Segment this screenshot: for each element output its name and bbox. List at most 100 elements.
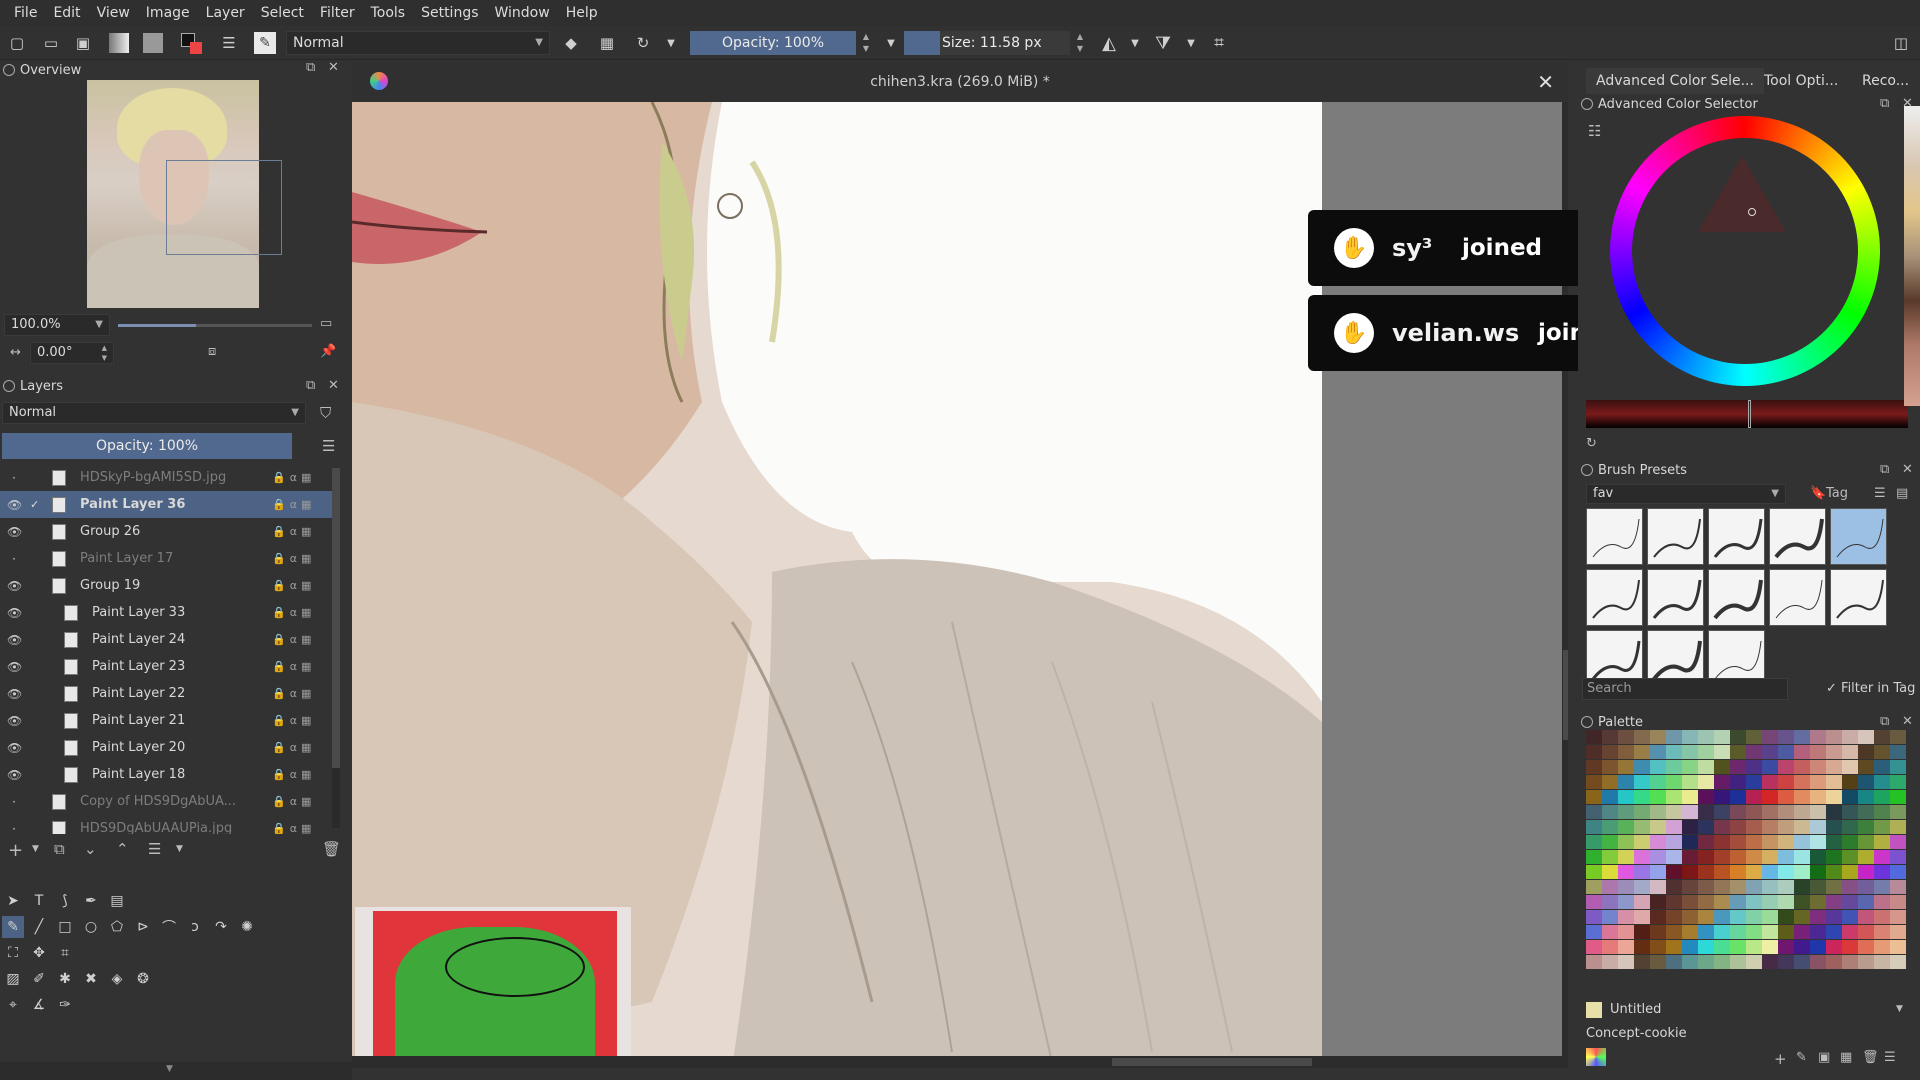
dynamic-brush-tool-icon[interactable]: ↷ <box>210 916 232 938</box>
blend-mode-select[interactable]: Normal ▼ <box>286 31 550 55</box>
palette-swatch[interactable] <box>1666 955 1682 969</box>
visibility-icon[interactable]: 👁 <box>7 498 22 512</box>
palette-swatch[interactable] <box>1650 805 1666 819</box>
palette-swatch[interactable] <box>1778 925 1794 939</box>
menu-tools[interactable]: Tools <box>363 0 414 26</box>
palette-swatch[interactable] <box>1746 955 1762 969</box>
canvas-vertical-scrollbar-thumb[interactable] <box>1563 650 1568 740</box>
palette-swatch[interactable] <box>1714 910 1730 924</box>
palette-swatch[interactable] <box>1666 940 1682 954</box>
palette-swatch[interactable] <box>1826 775 1842 789</box>
visibility-icon[interactable]: · <box>7 471 21 485</box>
palette-swatch[interactable] <box>1650 880 1666 894</box>
palette-swatch[interactable] <box>1858 775 1874 789</box>
palette-swatch[interactable] <box>1618 730 1634 744</box>
palette-swatch[interactable] <box>1746 940 1762 954</box>
size-slider[interactable]: Size: 11.58 px <box>904 31 1070 55</box>
palette-swatch[interactable] <box>1778 895 1794 909</box>
palette-swatch[interactable] <box>1714 865 1730 879</box>
palette-swatch[interactable] <box>1602 850 1618 864</box>
palette-swatch[interactable] <box>1682 880 1698 894</box>
palette-swatch[interactable] <box>1698 955 1714 969</box>
palette-swatch[interactable] <box>1698 940 1714 954</box>
edit-swatch-icon[interactable]: ✎ <box>1796 1050 1807 1065</box>
palette-swatch[interactable] <box>1842 850 1858 864</box>
tab-recorder[interactable]: Reco... <box>1852 68 1919 94</box>
calligraphy-brush-preset-icon[interactable] <box>1769 569 1826 626</box>
palette-swatch[interactable] <box>1858 850 1874 864</box>
palette-swatch[interactable] <box>1650 925 1666 939</box>
delete-layer-icon[interactable]: 🗑 <box>322 840 341 858</box>
palette-swatch[interactable] <box>1762 940 1778 954</box>
palette-swatch[interactable] <box>1634 925 1650 939</box>
palette-swatch[interactable] <box>1794 790 1810 804</box>
palette-swatch[interactable] <box>1762 775 1778 789</box>
workspace-icon[interactable]: ◫ <box>1890 32 1912 54</box>
freehand-path-tool-icon[interactable]: ↄ <box>184 916 206 938</box>
palette-swatch[interactable] <box>1698 760 1714 774</box>
palette-grid-view-icon[interactable]: ▦ <box>1840 1050 1852 1065</box>
layer-flags-icon[interactable]: 🔒α▦ <box>272 741 315 754</box>
palette-swatch[interactable] <box>1714 895 1730 909</box>
palette-swatch[interactable] <box>1698 775 1714 789</box>
palette-swatch[interactable] <box>1618 835 1634 849</box>
palette-swatch[interactable] <box>1778 910 1794 924</box>
layer-flags-icon[interactable]: 🔒α▦ <box>272 768 315 781</box>
layer-row[interactable]: 👁 Paint Layer 20 🔒α▦ <box>0 734 340 761</box>
visibility-icon[interactable]: 👁 <box>7 714 22 728</box>
palette-swatch[interactable] <box>1586 820 1602 834</box>
texture-brush-preset-icon[interactable] <box>1647 569 1704 626</box>
palette-swatch[interactable] <box>1890 775 1906 789</box>
move-layer-up-icon[interactable]: ⌃ <box>116 840 129 858</box>
palette-swatch[interactable] <box>1634 775 1650 789</box>
layer-row[interactable]: · HDSkyP-bgAMI5SD.jpg 🔒α▦ <box>0 464 340 491</box>
chevron-down-icon[interactable]: ▼ <box>176 844 183 854</box>
refresh-icon[interactable]: ↻ <box>1586 436 1597 451</box>
palette-swatch[interactable] <box>1586 745 1602 759</box>
chevron-down-icon[interactable]: ▼ <box>1180 32 1202 54</box>
float-panel-icon[interactable]: ⧉ <box>306 60 315 75</box>
palette-swatch[interactable] <box>1714 775 1730 789</box>
palette-swatch[interactable] <box>1778 880 1794 894</box>
palette-swatch[interactable] <box>1874 775 1890 789</box>
palette-swatch[interactable] <box>1650 865 1666 879</box>
palette-swatch[interactable] <box>1794 730 1810 744</box>
palette-swatch[interactable] <box>1746 835 1762 849</box>
palette-swatch[interactable] <box>1794 880 1810 894</box>
palette-swatch[interactable] <box>1586 880 1602 894</box>
palette-chooser-icon[interactable] <box>1586 1048 1606 1066</box>
palette-swatch[interactable] <box>1794 955 1810 969</box>
palette-swatch[interactable] <box>1666 850 1682 864</box>
layer-row[interactable]: 👁 Paint Layer 18 🔒α▦ <box>0 761 340 788</box>
rotation-input[interactable]: 0.00° ▲ ▼ <box>30 342 114 364</box>
palette-swatch[interactable] <box>1874 790 1890 804</box>
layer-checkbox[interactable]: ✓ <box>30 498 39 511</box>
palette-swatch[interactable] <box>1794 760 1810 774</box>
palette-swatch[interactable] <box>1730 910 1746 924</box>
palette-swatch[interactable] <box>1698 730 1714 744</box>
palette-swatch[interactable] <box>1634 790 1650 804</box>
palette-swatch[interactable] <box>1730 745 1746 759</box>
palette-swatch[interactable] <box>1634 745 1650 759</box>
layer-row[interactable]: 👁 Group 26 🔒α▦ <box>0 518 340 545</box>
palette-swatch[interactable] <box>1874 955 1890 969</box>
palette-swatch[interactable] <box>1778 775 1794 789</box>
enclose-fill-tool-icon[interactable]: ❂ <box>132 968 154 990</box>
reference-image[interactable] <box>355 907 631 1067</box>
smudge-brush-preset-icon[interactable] <box>1708 569 1765 626</box>
tab-tool-options[interactable]: Tool Opti... <box>1754 68 1848 94</box>
palette-swatch[interactable] <box>1682 805 1698 819</box>
palette-swatch[interactable] <box>1826 880 1842 894</box>
reload-preset-icon[interactable]: ↻ <box>632 32 654 54</box>
palette-swatch[interactable] <box>1618 745 1634 759</box>
palette-swatch[interactable] <box>1778 820 1794 834</box>
palette-swatch[interactable] <box>1874 895 1890 909</box>
palette-swatch[interactable] <box>1874 805 1890 819</box>
palette-swatch[interactable] <box>1682 955 1698 969</box>
palette-swatch[interactable] <box>1778 805 1794 819</box>
palette-swatch[interactable] <box>1794 805 1810 819</box>
palette-swatch[interactable] <box>1746 820 1762 834</box>
palette-swatch[interactable] <box>1794 820 1810 834</box>
layer-row[interactable]: 👁 Paint Layer 23 🔒α▦ <box>0 653 340 680</box>
palette-swatch[interactable] <box>1650 745 1666 759</box>
